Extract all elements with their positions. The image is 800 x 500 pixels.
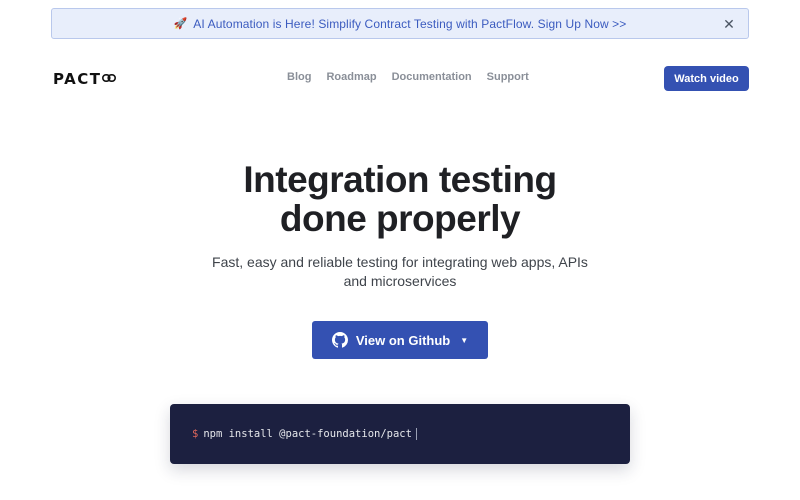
hero-title: Integration testing done properly — [0, 160, 800, 238]
pact-logo[interactable]: PACT — [53, 69, 117, 89]
logo-text: PACT — [53, 70, 102, 88]
hero-title-line-2: done properly — [279, 198, 521, 239]
nav-item-documentation[interactable]: Documentation — [392, 71, 472, 83]
install-command-terminal[interactable]: $ npm install @pact-foundation/pact — [170, 404, 630, 464]
nav-item-blog[interactable]: Blog — [287, 71, 311, 83]
github-button-label: View on Github — [355, 332, 451, 348]
main-nav: Blog Roadmap Documentation Support — [287, 71, 544, 83]
caret-down-icon: ▼ — [460, 335, 469, 345]
announcement-banner[interactable]: 🚀 AI Automation is Here! Simplify Contra… — [51, 8, 749, 39]
terminal-prompt: $ — [192, 428, 199, 440]
nav-item-roadmap[interactable]: Roadmap — [326, 71, 376, 83]
watch-video-button[interactable]: Watch video — [664, 66, 749, 91]
rocket-icon: 🚀 — [173, 18, 188, 30]
github-icon — [331, 332, 348, 348]
banner-text[interactable]: AI Automation is Here! Simplify Contract… — [193, 17, 626, 31]
install-command[interactable]: npm install @pact-foundation/pact — [203, 428, 412, 440]
terminal-cursor — [415, 428, 417, 440]
hero-title-line-1: Integration testing — [243, 159, 557, 200]
link-icon — [102, 70, 117, 88]
hero-subtitle: Fast, easy and reliable testing for inte… — [212, 254, 588, 289]
nav-item-support[interactable]: Support — [487, 71, 529, 83]
view-on-github-button[interactable]: View on Github ▼ — [312, 321, 488, 359]
close-icon[interactable]: ✕ — [722, 17, 736, 31]
